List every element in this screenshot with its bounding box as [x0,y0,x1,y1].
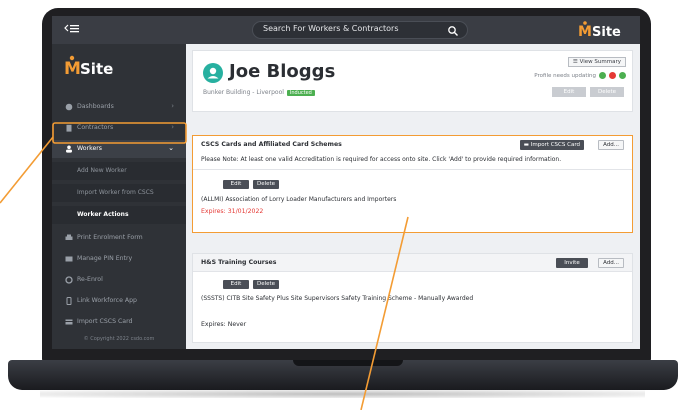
add-cscs-button[interactable]: Add... [598,140,624,150]
status-dot-green [619,72,626,79]
menu-toggle-icon[interactable] [64,23,82,37]
status-badge: Inducted [286,90,315,96]
sidebar-subitem-import-worker[interactable]: Import Worker from CSCS [52,184,186,202]
list-icon: ☰ [572,59,580,65]
phone-icon [66,297,72,305]
cscs-card-header: CSCS Cards and Affiliated Card Schemes ▬… [193,136,632,154]
sidebar-subitem-add-new-worker[interactable]: Add New Worker [52,162,186,180]
card-icon [65,319,73,325]
sidebar-item-print-enrolment[interactable]: Print Enrolment Form [52,229,186,247]
chevron-right-icon: › [171,123,174,131]
svg-text:M: M [64,59,81,79]
chevron-right-icon: › [171,102,174,110]
avatar [203,63,223,83]
laptop-base [8,360,678,390]
sidebar-item-workers[interactable]: Workers ⌄ [52,140,186,158]
sidebar-subitem-label: Import Worker from CSCS [77,189,154,196]
sidebar-item-label: Print Enrolment Form [77,234,143,241]
edit-hs-entry-button[interactable]: Edit [223,280,249,289]
svg-text:Site: Site [80,60,113,78]
app-screen: Search For Workers & Contractors M Site … [52,16,640,349]
edit-worker-button[interactable]: Edit [552,87,586,97]
sidebar-item-label: Import CSCS Card [77,318,133,325]
status-dot-green [599,72,606,79]
hs-entry-expiry: Expires: Never [201,321,247,328]
sidebar-item-label: Re-Enrol [77,276,103,283]
cscs-title: CSCS Cards and Affiliated Card Schemes [201,141,342,148]
top-bar: Search For Workers & Contractors M Site [52,16,640,44]
search-input[interactable]: Search For Workers & Contractors [252,21,468,39]
sidebar-item-label: Dashboards [77,103,114,110]
invite-button[interactable]: Invite [556,258,588,268]
sidebar-item-manage-pin[interactable]: Manage PIN Entry [52,250,186,268]
card-icon: ▬ [523,142,531,148]
delete-hs-entry-button[interactable]: Delete [253,280,279,289]
refresh-icon [65,276,73,284]
sidebar-item-re-enrol[interactable]: Re-Enrol [52,271,186,289]
sidebar-item-label: Link Workforce App [77,297,137,304]
hs-title: H&S Training Courses [201,259,277,266]
sidebar-subitem-worker-actions[interactable]: Worker Actions [52,206,186,224]
view-summary-label: View Summary [579,59,621,65]
sidebar-subitem-label: Worker Actions [77,211,129,218]
status-dot-red [609,72,616,79]
svg-text:Site: Site [592,25,621,40]
sidebar-item-label: Manage PIN Entry [77,255,133,262]
sidebar: M Site Dashboards › Contractors › Worker… [52,44,186,349]
sidebar-footer: © Copyright 2022 csdo.com [83,336,155,342]
sidebar-item-import-cscs-card[interactable]: Import CSCS Card [52,313,186,331]
worker-location-line: Bunker Building - Liverpool Inducted [203,89,315,96]
worker-name: Joe Bloggs [229,61,336,82]
cscs-entry-expiry: Expires: 31/01/2022 [201,208,264,215]
delete-cscs-entry-button[interactable]: Delete [253,180,279,189]
delete-worker-button[interactable]: Delete [590,87,624,97]
sidebar-item-label: Workers [77,145,103,152]
add-hs-button[interactable]: Add... [598,258,624,268]
worker-location: Bunker Building - Liverpool [203,89,284,96]
search-placeholder: Search For Workers & Contractors [263,24,399,33]
cscs-note: Please Note: At least one valid Accredit… [201,156,562,163]
laptop-hinge [293,360,403,366]
keypad-icon [65,256,73,262]
cscs-entry-name: (ALLMI) Association of Lorry Loader Manu… [201,196,397,203]
chevron-down-icon: ⌄ [168,144,174,152]
sidebar-item-label: Contractors [77,124,114,131]
cscs-card-panel: CSCS Cards and Affiliated Card Schemes ▬… [192,135,633,233]
building-icon [66,124,72,132]
sidebar-subitem-label: Add New Worker [77,167,127,174]
laptop-shadow [40,390,645,398]
sidebar-item-link-workforce-app[interactable]: Link Workforce App [52,292,186,310]
brand-logo: M Site [576,20,632,40]
hs-training-panel: H&S Training Courses Invite Add... Edit … [192,253,633,343]
import-cscs-card-label: Import CSCS Card [530,142,580,148]
person-icon [66,145,72,153]
printer-icon [65,234,73,240]
hs-entry-name: (SSSTS) CITB Site Safety Plus Site Super… [201,295,474,302]
divider [193,169,632,170]
view-summary-button[interactable]: ☰ View Summary [567,57,626,67]
search-icon[interactable] [447,25,459,37]
sidebar-item-contractors[interactable]: Contractors › [52,119,186,137]
person-icon [207,67,219,79]
sidebar-logo: M Site [64,54,144,80]
main-content: Joe Bloggs Bunker Building - Liverpool In… [186,44,640,349]
worker-header: Joe Bloggs Bunker Building - Liverpool In… [192,50,633,112]
sidebar-item-dashboards[interactable]: Dashboards › [52,98,186,116]
edit-cscs-entry-button[interactable]: Edit [223,180,249,189]
import-cscs-card-button[interactable]: ▬ Import CSCS Card [519,140,584,150]
hs-training-header: H&S Training Courses Invite Add... [193,254,632,272]
profile-update-note: Profile needs updating [534,73,596,79]
dashboard-icon [65,103,73,111]
svg-text:M: M [578,24,592,40]
